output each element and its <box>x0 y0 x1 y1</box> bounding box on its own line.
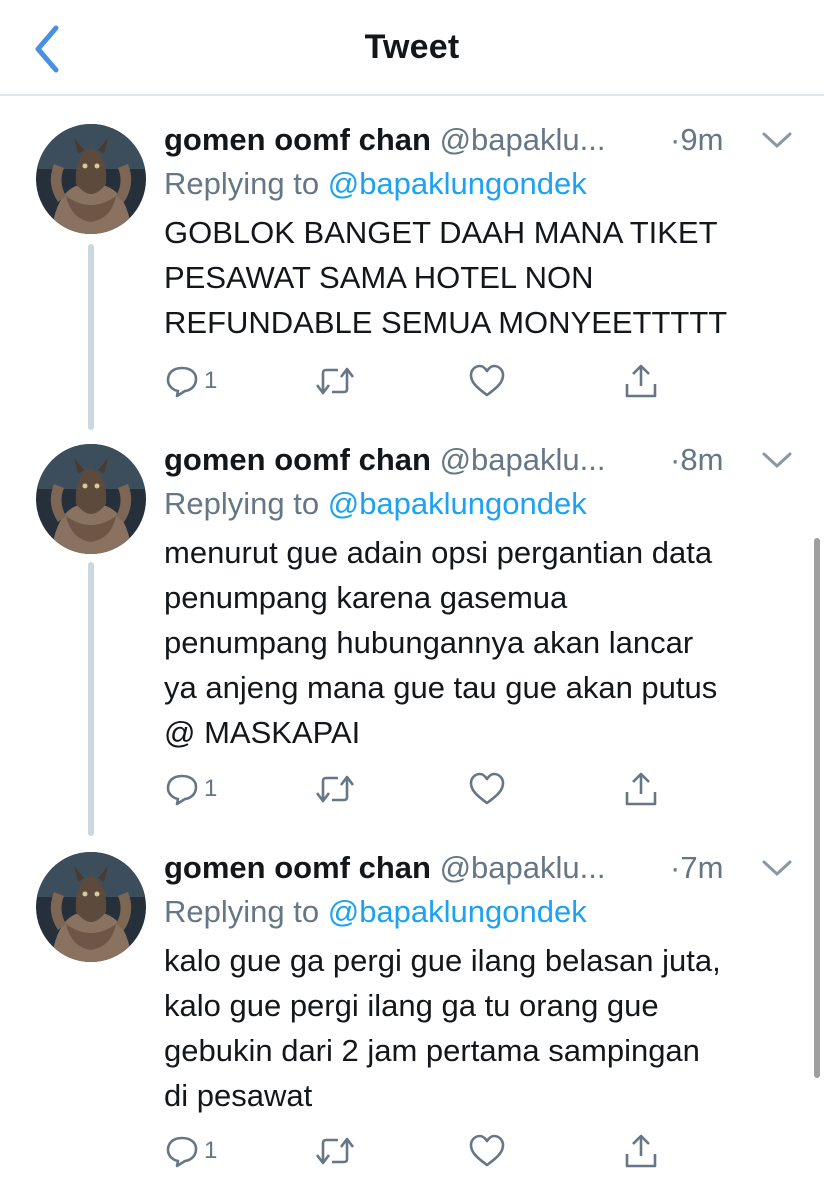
page-title: Tweet <box>364 28 460 66</box>
tweet-text-line: penumpang hubungannya akan lancar <box>164 625 694 660</box>
reply-button[interactable]: 1 <box>164 1130 217 1172</box>
user-handle[interactable]: @bapaklu... <box>440 122 606 157</box>
tweet-content: gomen oomf chan @bapaklu... ·8m Replying… <box>164 438 794 755</box>
tweet-content: gomen oomf chan @bapaklu... ·9m Replying… <box>164 118 794 345</box>
like-icon <box>469 1134 505 1167</box>
display-name[interactable]: gomen oomf chan <box>164 442 431 477</box>
tweet-text-line: penumpang karena gasemua <box>164 580 568 615</box>
tweet-text: kalo gue ga pergi gue ilang belasan juta… <box>164 938 794 1118</box>
replying-to-handle[interactable]: @bapaklungondek <box>328 894 587 929</box>
share-button[interactable] <box>622 768 660 810</box>
retweet-button[interactable] <box>314 1130 356 1172</box>
tweet-text-line: GOBLOK BANGET DAAH MANA TIKET <box>164 215 718 250</box>
chevron-down-icon[interactable] <box>760 856 794 880</box>
retweet-icon <box>315 1137 355 1165</box>
tweet-text: GOBLOK BANGET DAAH MANA TIKET PESAWAT SA… <box>164 210 794 345</box>
reply-count: 1 <box>204 775 218 802</box>
tweet-text-line: kalo gue pergi ilang ga tu orang gue <box>164 988 659 1023</box>
like-button[interactable] <box>468 1130 506 1172</box>
reply-icon <box>166 774 198 806</box>
share-icon <box>625 772 657 806</box>
retweet-icon <box>315 367 355 395</box>
reply-button[interactable]: 1 <box>164 360 217 402</box>
avatar[interactable] <box>36 852 146 962</box>
share-icon <box>625 364 657 398</box>
replying-to-handle[interactable]: @bapaklungondek <box>328 486 587 521</box>
replying-to: Replying to @bapaklungondek <box>164 162 794 206</box>
werewolf-avatar-image <box>36 124 146 234</box>
chevron-down-icon[interactable] <box>760 448 794 472</box>
tweet-time: ·9m <box>670 122 724 157</box>
thread-line <box>88 562 94 836</box>
scrollbar[interactable] <box>814 538 820 1078</box>
tweet-actions: 1 <box>164 360 664 402</box>
like-button[interactable] <box>468 768 506 810</box>
tweet-time: ·8m <box>670 442 724 477</box>
user-handle[interactable]: @bapaklu... <box>440 442 606 477</box>
share-icon <box>625 1134 657 1168</box>
chevron-down-icon[interactable] <box>760 128 794 152</box>
like-button[interactable] <box>468 360 506 402</box>
tweet-actions: 1 <box>164 768 664 810</box>
reply-icon <box>166 366 198 398</box>
replying-to-label: Replying to <box>164 486 328 521</box>
werewolf-avatar-image <box>36 852 146 962</box>
tweet-text-line: ya anjeng mana gue tau gue akan putus <box>164 670 718 705</box>
retweet-icon <box>315 775 355 803</box>
display-name[interactable]: gomen oomf chan <box>164 850 431 885</box>
avatar[interactable] <box>36 124 146 234</box>
reply-button[interactable]: 1 <box>164 768 217 810</box>
header-bar: Tweet <box>0 0 824 96</box>
tweet-text-line: gebukin dari 2 jam pertama sampingan <box>164 1033 700 1068</box>
tweet-text-line: REFUNDABLE SEMUA MONYEETTTTT <box>164 305 728 340</box>
share-button[interactable] <box>622 360 660 402</box>
tweet-text-line: PESAWAT SAMA HOTEL NON <box>164 260 594 295</box>
replying-to: Replying to @bapaklungondek <box>164 482 794 526</box>
reply-count: 1 <box>204 367 218 394</box>
retweet-button[interactable] <box>314 360 356 402</box>
tweet-text-line: kalo gue ga pergi gue ilang belasan juta… <box>164 943 721 978</box>
tweet-content: gomen oomf chan @bapaklu... ·7m Replying… <box>164 846 794 1118</box>
like-icon <box>469 772 505 805</box>
tweet-text-line: menurut gue adain opsi pergantian data <box>164 535 713 570</box>
tweet-text: menurut gue adain opsi pergantian data p… <box>164 530 794 755</box>
werewolf-avatar-image <box>36 444 146 554</box>
replying-to-label: Replying to <box>164 894 328 929</box>
tweet-time: ·7m <box>670 850 724 885</box>
replying-to-handle[interactable]: @bapaklungondek <box>328 166 587 201</box>
replying-to: Replying to @bapaklungondek <box>164 890 794 934</box>
reply-count: 1 <box>204 1137 218 1164</box>
retweet-button[interactable] <box>314 768 356 810</box>
tweet-actions: 1 <box>164 1130 664 1172</box>
tweet-header: gomen oomf chan @bapaklu... ·8m <box>164 438 794 482</box>
avatar[interactable] <box>36 444 146 554</box>
replying-to-label: Replying to <box>164 166 328 201</box>
user-handle[interactable]: @bapaklu... <box>440 850 606 885</box>
tweet-header: gomen oomf chan @bapaklu... ·9m <box>164 118 794 162</box>
thread-line <box>88 244 94 430</box>
tweet-text-line: @ MASKAPAI <box>164 715 361 750</box>
tweet-text-line: di pesawat <box>164 1078 313 1113</box>
like-icon <box>469 364 505 397</box>
display-name[interactable]: gomen oomf chan <box>164 122 431 157</box>
share-button[interactable] <box>622 1130 660 1172</box>
reply-icon <box>166 1136 198 1168</box>
tweet-header: gomen oomf chan @bapaklu... ·7m <box>164 846 794 890</box>
